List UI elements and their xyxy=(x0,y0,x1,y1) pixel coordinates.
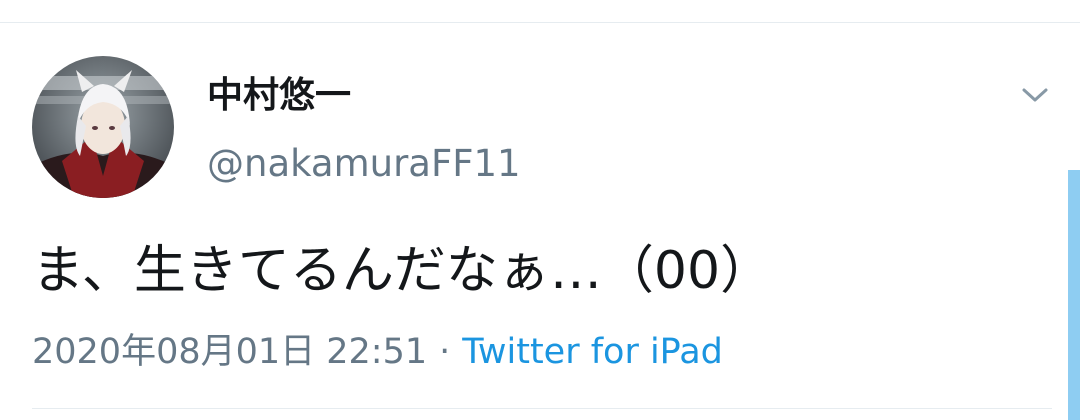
timestamp[interactable]: 2020年08月01日 22:51 xyxy=(32,332,427,372)
scrollbar[interactable] xyxy=(1068,170,1080,420)
avatar-image xyxy=(32,56,174,198)
bottom-divider xyxy=(32,408,1052,409)
avatar[interactable] xyxy=(32,56,174,198)
source-link[interactable]: Twitter for iPad xyxy=(462,332,723,372)
chevron-down-icon[interactable] xyxy=(1016,80,1054,110)
tweet-meta: 2020年08月01日 22:51 · Twitter for iPad xyxy=(32,329,723,375)
display-name[interactable]: 中村悠一 xyxy=(207,74,351,118)
meta-separator: · xyxy=(439,332,451,372)
username-handle[interactable]: @nakamuraFF11 xyxy=(207,141,521,187)
top-divider xyxy=(0,22,1080,23)
tweet-text: ま、生きてるんだなぁ…（00） xyxy=(32,241,773,301)
